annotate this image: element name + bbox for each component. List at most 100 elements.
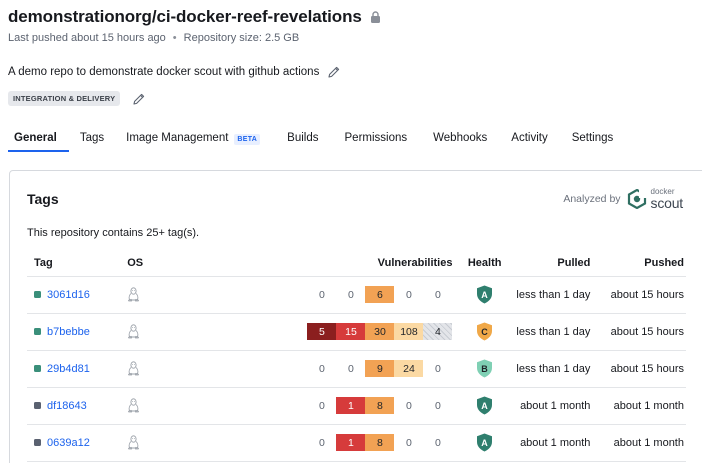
pulled-cell: less than 1 day (510, 276, 591, 314)
category-chip: INTEGRATION & DELIVERY (8, 91, 121, 106)
tag-link[interactable]: 29b4d81 (47, 363, 90, 375)
vuln-count-unspecified: 0 (435, 436, 441, 449)
tag-cell-content: 3061d16 (34, 289, 124, 301)
os-cell (124, 313, 210, 351)
vulnerability-bar[interactable]: 01800 (307, 397, 452, 414)
vulnerability-bar[interactable]: 01800 (307, 434, 452, 451)
health-shield-icon[interactable]: A (476, 433, 493, 452)
vuln-count-critical: 0 (319, 436, 325, 449)
os-cell (124, 276, 210, 314)
pulled-cell: about 1 month (510, 424, 591, 462)
vulnerability-bar[interactable]: 5 15 30 108 4 (307, 323, 453, 340)
pushed-cell: about 15 hours (590, 313, 686, 351)
linux-icon (128, 361, 140, 376)
beta-badge: BETA (234, 134, 261, 145)
health-shield-icon[interactable]: A (476, 285, 493, 304)
vulnerabilities-cell: 5 15 30 108 4 (209, 313, 459, 351)
edit-description-pencil-icon[interactable] (327, 65, 341, 79)
vuln-count-medium: 6 (365, 286, 395, 303)
tab-label: Webhooks (433, 132, 488, 144)
tab-builds[interactable]: Builds (271, 126, 329, 152)
tab-image-management[interactable]: Image Management BETA (115, 126, 271, 152)
tags-table: Tag OS Vulnerabilities Health Pulled Pus… (27, 251, 686, 462)
vuln-count-high: 0 (348, 362, 354, 375)
tab-label: Image Management (126, 132, 229, 144)
vulnerabilities-cell: 01800 (209, 424, 459, 462)
tab-tags[interactable]: Tags (69, 126, 115, 152)
vulnerabilities-cell: 0 0 9 24 0 (209, 350, 459, 388)
os-cell (124, 387, 210, 425)
repo-description: A demo repo to demonstrate docker scout … (8, 66, 320, 78)
tag-cell-content: b7bebbe (34, 326, 124, 338)
scout-big-text: scout (650, 195, 684, 211)
table-row: b7bebbe 5 15 30 108 4 Cless than 1 day about 15… (27, 313, 686, 351)
tag-status-square (34, 365, 41, 372)
col-vulnerabilities: Vulnerabilities (209, 251, 459, 277)
vuln-count-critical: 0 (319, 399, 325, 412)
table-header-row: Tag OS Vulnerabilities Health Pulled Pus… (27, 251, 686, 277)
pushed-cell: about 15 hours (590, 276, 686, 314)
edit-category-pencil-icon[interactable] (132, 92, 146, 106)
tab-label: Builds (287, 132, 319, 144)
health-grade: B (481, 364, 488, 374)
tag-link[interactable]: 3061d16 (47, 289, 90, 301)
col-os: OS (124, 251, 210, 277)
col-tag: Tag (27, 251, 125, 277)
analyzed-by-label: Analyzed by (563, 193, 621, 205)
tag-link[interactable]: b7bebbe (47, 326, 90, 338)
tag-cell-content: df18643 (34, 400, 124, 412)
tag-status-square (34, 402, 41, 409)
table-row: 3061d16 0 0 6 0 0 Aless than 1 day about 15 hou… (27, 276, 686, 314)
health-shield-icon[interactable]: B (476, 359, 493, 378)
scout-wordmark: docker scout (650, 188, 684, 211)
health-cell: C (458, 313, 511, 351)
meta-separator: • (172, 32, 177, 44)
vuln-count-low: 24 (394, 360, 424, 377)
tag-cell-content: 29b4d81 (34, 363, 124, 375)
pulled-cell: less than 1 day (510, 313, 591, 351)
health-shield-icon[interactable]: C (476, 322, 493, 341)
lock-icon (370, 11, 380, 23)
vuln-count-medium: 8 (365, 397, 395, 414)
tab-settings[interactable]: Settings (559, 126, 625, 152)
health-grade: C (481, 327, 488, 337)
repo-title: demonstrationorg/ci-docker-reef-revelati… (8, 7, 362, 26)
vuln-count-critical: 0 (319, 362, 325, 375)
repo-description-row: A demo repo to demonstrate docker scout … (8, 65, 341, 79)
col-pushed: Pushed (590, 251, 686, 277)
scout-logo-icon (627, 189, 647, 209)
vulnerability-bar[interactable]: 0 0 9 24 0 (307, 360, 452, 377)
tab-webhooks[interactable]: Webhooks (418, 126, 498, 152)
vulnerabilities-cell: 00600 (209, 276, 459, 314)
tag-link[interactable]: df18643 (47, 400, 87, 412)
vulnerabilities-cell: 01800 (209, 387, 459, 425)
vuln-count-low: 0 (406, 288, 412, 301)
vuln-count-low: 0 (406, 399, 412, 412)
health-cell: A (458, 424, 511, 462)
tab-activity[interactable]: Activity (498, 126, 558, 152)
docker-scout-logo[interactable]: docker scout (627, 188, 683, 210)
vuln-count-high: 15 (336, 323, 366, 340)
health-cell: A (458, 276, 511, 314)
health-grade: A (481, 438, 488, 448)
last-pushed-text: Last pushed about 15 hours ago (8, 32, 166, 44)
health-shield-icon[interactable]: A (476, 396, 493, 415)
os-cell (124, 350, 210, 388)
tab-permissions[interactable]: Permissions (330, 126, 419, 152)
tab-general[interactable]: General (8, 126, 69, 152)
tag-cell-content: 0639a12 (34, 437, 124, 449)
pushed-cell: about 15 hours (590, 350, 686, 388)
vuln-count-medium: 8 (365, 434, 395, 451)
pulled-cell: about 1 month (510, 387, 591, 425)
vuln-count-medium: 9 (365, 360, 395, 377)
table-row: 0639a12 0 1 8 0 0 Aabout 1 month about 1 month (27, 424, 686, 462)
health-grade: A (481, 290, 488, 300)
tag-link[interactable]: 0639a12 (47, 437, 90, 449)
vulnerability-bar[interactable]: 00600 (307, 286, 452, 303)
linux-icon (128, 398, 140, 413)
tags-card: Tags Analyzed by docker scout This repos… (9, 170, 702, 463)
vuln-count-unspecified: 0 (435, 399, 441, 412)
tab-label: Tags (79, 132, 105, 144)
col-pulled: Pulled (510, 251, 591, 277)
analyzed-by: Analyzed by docker scout (563, 188, 683, 211)
